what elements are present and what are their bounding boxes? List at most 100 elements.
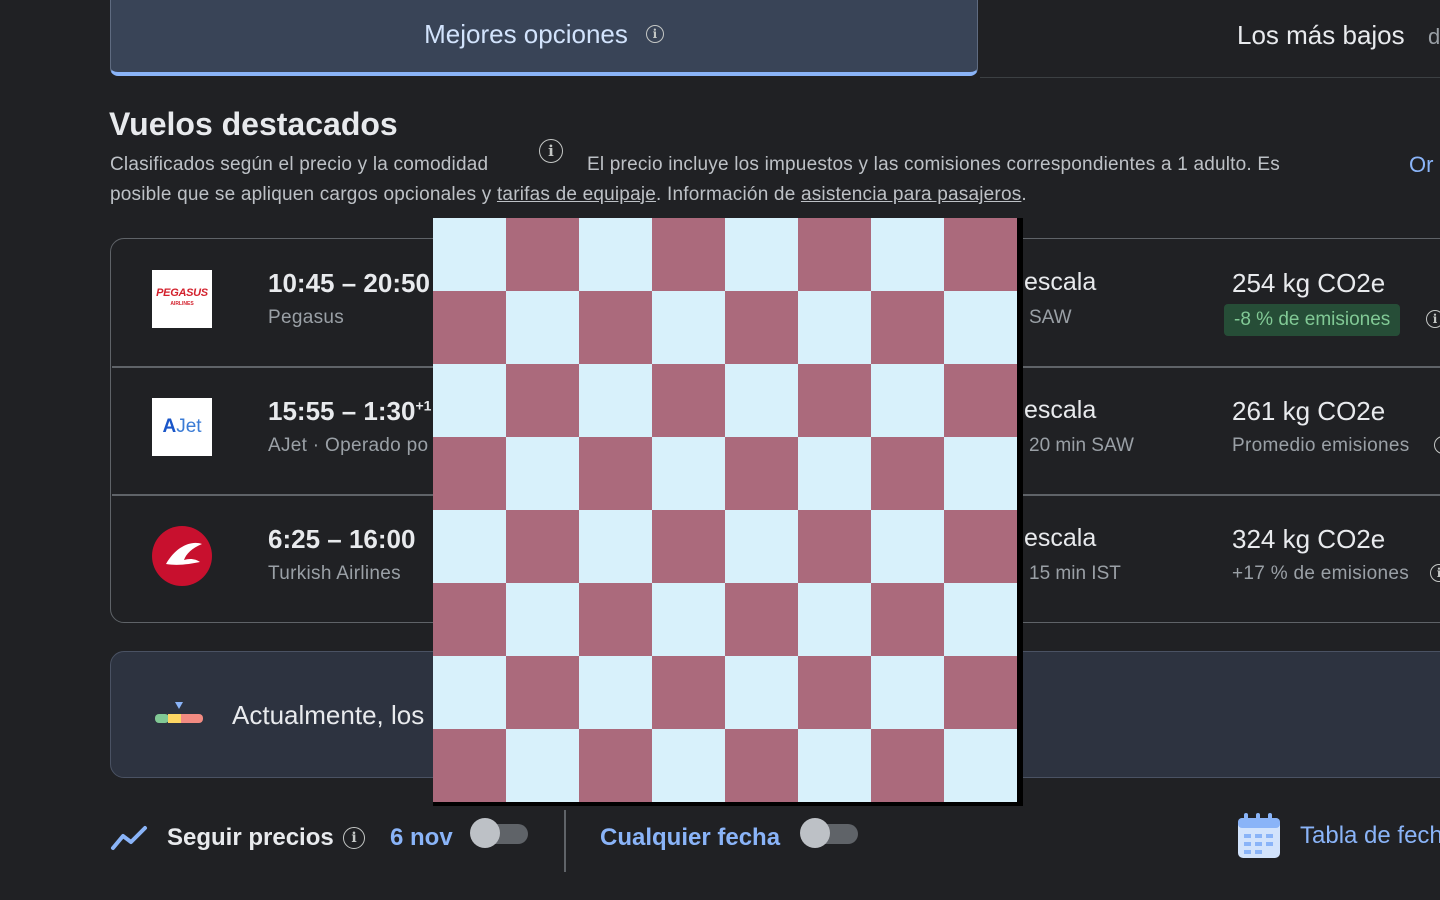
pegasus-logo: PEGASUS AIRLINES [152, 270, 212, 328]
date-grid-link[interactable]: Tabla de fech [1300, 822, 1440, 850]
turkish-airlines-logo [152, 526, 212, 586]
checker-square [798, 729, 871, 802]
any-date-toggle[interactable] [800, 818, 858, 848]
price-tracking-icon [111, 826, 147, 850]
tracked-date[interactable]: 6 nov [390, 824, 453, 852]
checker-square [944, 729, 1017, 802]
tabs-divider [980, 77, 1440, 78]
checker-square [433, 510, 506, 583]
emissions-value: 324 kg CO2e [1232, 524, 1386, 554]
checker-square [944, 656, 1017, 729]
price-note-text-a: posible que se apliquen cargos opcionale… [110, 184, 497, 205]
ranking-info-icon[interactable]: i [539, 139, 563, 163]
checker-square [506, 729, 579, 802]
checker-square [798, 656, 871, 729]
checker-square [944, 583, 1017, 656]
baggage-fees-link[interactable]: tarifas de equipaje [497, 184, 656, 205]
checker-square [725, 583, 798, 656]
checker-square [579, 656, 652, 729]
checker-square [433, 291, 506, 364]
airline-name: Turkish Airlines [268, 563, 401, 584]
flight-times[interactable]: 10:45 – 20:50 [268, 268, 430, 299]
pegasus-logo-subtext: AIRLINES [170, 301, 194, 307]
calendar-icon [1238, 813, 1280, 858]
checker-square [506, 510, 579, 583]
checker-square [506, 656, 579, 729]
track-prices-info-icon[interactable]: i [343, 827, 365, 849]
next-day-indicator: +1 [415, 397, 432, 414]
checker-square [798, 364, 871, 437]
checker-square [433, 656, 506, 729]
track-prices-label: Seguir precios [167, 824, 334, 851]
checker-square [725, 218, 798, 291]
checker-square [798, 218, 871, 291]
checker-square [579, 291, 652, 364]
checker-square [579, 583, 652, 656]
stop-detail: 20 min SAW [1029, 435, 1134, 456]
price-insight-text: Actualmente, los [232, 700, 425, 730]
pegasus-logo-text: PEGASUS [156, 287, 208, 299]
stops-count: escala [1024, 396, 1097, 424]
checker-square [433, 729, 506, 802]
tab-lowest[interactable]: Los más bajos [1237, 20, 1405, 51]
emissions-note: +17 % de emisiones [1232, 563, 1410, 584]
flight-times-text: 15:55 – 1:30 [268, 396, 416, 426]
emissions-badge: -8 % de emisiones [1224, 304, 1401, 336]
checker-square [433, 218, 506, 291]
checkerboard-overlay [433, 218, 1023, 806]
emissions-value: 254 kg CO2e [1232, 268, 1386, 298]
checker-square [579, 437, 652, 510]
flight-times[interactable]: 15:55 – 1:30+1 [268, 396, 431, 427]
checker-square [506, 291, 579, 364]
checker-square [725, 437, 798, 510]
passenger-assistance-link[interactable]: asistencia para pasajeros [801, 184, 1021, 205]
checker-square [871, 291, 944, 364]
checker-square [652, 656, 725, 729]
checker-square [652, 218, 725, 291]
checker-square [798, 510, 871, 583]
checker-square [506, 218, 579, 291]
ranking-description: Clasificados según el precio y la comodi… [110, 154, 489, 175]
tab-best-options[interactable]: Mejores opciones i [110, 0, 978, 76]
checker-square [433, 437, 506, 510]
checker-square [944, 510, 1017, 583]
checker-square [579, 364, 652, 437]
section-title: Vuelos destacados [109, 106, 398, 142]
checker-square [871, 437, 944, 510]
checker-square [433, 583, 506, 656]
emissions-info-icon[interactable]: i [1426, 310, 1440, 328]
track-date-toggle[interactable] [470, 818, 528, 848]
stop-detail: SAW [1029, 307, 1072, 328]
checker-square [652, 291, 725, 364]
info-icon[interactable]: i [645, 25, 664, 43]
price-note-line-1: El precio incluye los impuestos y las co… [587, 154, 1280, 175]
stop-detail: 15 min IST [1029, 563, 1121, 584]
bottom-divider [564, 810, 566, 872]
emissions-value: 261 kg CO2e [1232, 396, 1386, 426]
checker-square [433, 364, 506, 437]
sort-link[interactable]: Or [1409, 152, 1433, 178]
checker-square [871, 510, 944, 583]
checker-square [725, 656, 798, 729]
checker-square [944, 291, 1017, 364]
checker-square [506, 364, 579, 437]
checker-square [579, 729, 652, 802]
flight-times[interactable]: 6:25 – 16:00 [268, 524, 415, 555]
checker-square [725, 729, 798, 802]
checker-square [579, 218, 652, 291]
checker-square [944, 364, 1017, 437]
checker-square [579, 510, 652, 583]
tab-lowest-extra: d [1428, 24, 1440, 49]
checker-square [506, 437, 579, 510]
checker-square [798, 437, 871, 510]
checker-square [871, 364, 944, 437]
airline-name: AJet · Operado po [268, 435, 429, 456]
checker-square [652, 437, 725, 510]
checker-square [725, 510, 798, 583]
checker-square [944, 437, 1017, 510]
stops-count: escala [1024, 268, 1097, 296]
checker-square [725, 291, 798, 364]
checker-square [725, 364, 798, 437]
checker-square [798, 583, 871, 656]
checker-square [871, 583, 944, 656]
